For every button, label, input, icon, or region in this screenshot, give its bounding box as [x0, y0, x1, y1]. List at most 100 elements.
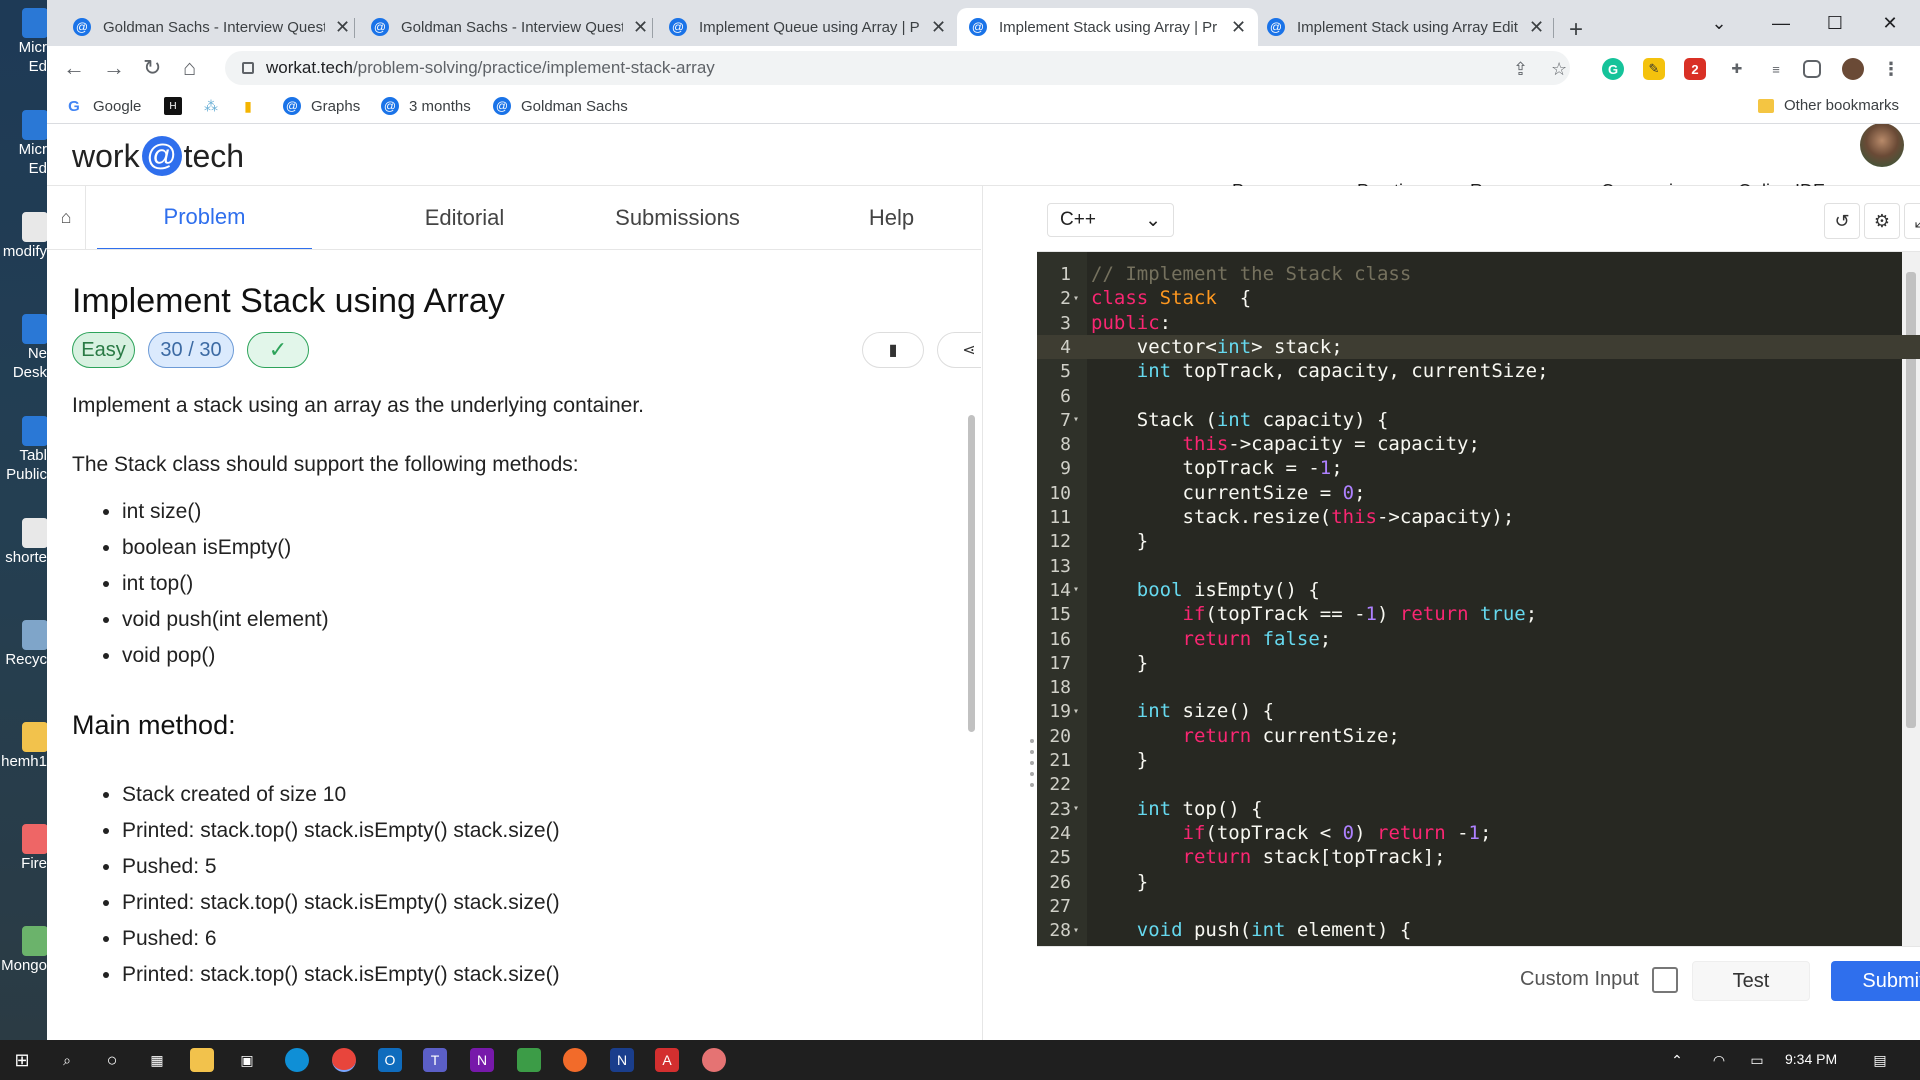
- settings-gear-icon[interactable]: ⚙: [1864, 203, 1900, 239]
- code-line[interactable]: 20 return currentSize;: [1037, 724, 1920, 748]
- close-tab-icon[interactable]: ✕: [633, 17, 648, 38]
- sheets-icon[interactable]: [517, 1048, 541, 1072]
- profile-avatar-icon[interactable]: [1842, 58, 1864, 80]
- back-icon[interactable]: ←: [63, 56, 85, 80]
- fullscreen-icon[interactable]: ⤢: [1904, 203, 1920, 239]
- maximize-icon[interactable]: ☐: [1807, 0, 1863, 46]
- minimize-icon[interactable]: —: [1753, 0, 1809, 46]
- code-line[interactable]: 27: [1037, 894, 1920, 918]
- fold-arrow-icon[interactable]: ▾: [1073, 797, 1083, 821]
- browser-tab-5[interactable]: @ Implement Stack using Array Edit ✕: [1255, 8, 1556, 46]
- code-line[interactable]: 16 return false;: [1037, 627, 1920, 651]
- grammarly-extension-icon[interactable]: G: [1602, 58, 1624, 80]
- desktop-shortcut[interactable]: Fire: [0, 824, 47, 873]
- code-line[interactable]: 17 }: [1037, 651, 1920, 675]
- code-line[interactable]: 19 ▾ int size() {: [1037, 699, 1920, 723]
- forward-icon[interactable]: →: [103, 56, 125, 80]
- tab-search-icon[interactable]: ⌄: [1691, 0, 1747, 46]
- problem-scrollbar[interactable]: [968, 415, 975, 732]
- resize-handle-icon[interactable]: [1030, 739, 1034, 794]
- browser-tab-3[interactable]: @ Implement Queue using Array | P ✕: [657, 8, 958, 46]
- submit-button[interactable]: Submit: [1831, 961, 1920, 1001]
- browser-tab-2[interactable]: @ Goldman Sachs - Interview Quest ✕: [359, 8, 660, 46]
- code-line[interactable]: 15 if(topTrack == -1) return true;: [1037, 602, 1920, 626]
- browser-tab-4-active[interactable]: @ Implement Stack using Array | Pr ✕: [957, 8, 1259, 46]
- code-line[interactable]: 28 ▾ void push(int element) {: [1037, 918, 1920, 942]
- code-line[interactable]: 26 }: [1037, 870, 1920, 894]
- desktop-shortcut[interactable]: Mongo: [0, 926, 47, 975]
- outlook-icon[interactable]: O: [378, 1048, 402, 1072]
- desktop-shortcut[interactable]: Tabl Public: [0, 416, 47, 484]
- close-tab-icon[interactable]: ✕: [335, 17, 350, 38]
- code-line[interactable]: 1 // Implement the Stack class: [1037, 262, 1920, 286]
- side-panel-icon[interactable]: [1803, 60, 1821, 78]
- code-line[interactable]: 23 ▾ int top() {: [1037, 797, 1920, 821]
- close-tab-icon[interactable]: ✕: [1529, 17, 1544, 38]
- chrome-icon[interactable]: [332, 1048, 356, 1072]
- home-icon[interactable]: ⌂: [183, 56, 196, 80]
- extension-badge-icon[interactable]: 2: [1684, 58, 1706, 80]
- bookmark-google[interactable]: G Google: [65, 97, 141, 115]
- reload-icon[interactable]: ↻: [143, 56, 161, 80]
- close-tab-icon[interactable]: ✕: [931, 17, 946, 38]
- browser-tab-1[interactable]: @ Goldman Sachs - Interview Quest ✕: [61, 8, 362, 46]
- system-tray-chevron-icon[interactable]: ⌃: [1665, 1048, 1689, 1072]
- bookmark-hackerrank[interactable]: H: [164, 97, 192, 115]
- fold-arrow-icon[interactable]: ▾: [1073, 578, 1083, 602]
- code-editor[interactable]: 1// Implement the Stack class 2 ▾ class Sta…: [1037, 252, 1920, 946]
- close-window-icon[interactable]: ✕: [1862, 0, 1918, 46]
- code-line[interactable]: 10 currentSize = 0;: [1037, 481, 1920, 505]
- code-line[interactable]: 9 topTrack = -1;: [1037, 456, 1920, 480]
- fold-arrow-icon[interactable]: ▾: [1073, 700, 1083, 724]
- store-icon[interactable]: ▣: [235, 1048, 259, 1072]
- code-line[interactable]: 24 if(topTrack < 0) return -1;: [1037, 821, 1920, 845]
- app-n-icon[interactable]: N: [610, 1048, 634, 1072]
- wifi-icon[interactable]: ◠: [1707, 1048, 1731, 1072]
- reading-list-icon[interactable]: ≡: [1765, 58, 1787, 80]
- desktop-shortcut[interactable]: Micr Ed: [0, 8, 47, 76]
- share-icon[interactable]: ⋖: [937, 332, 981, 368]
- test-button[interactable]: Test: [1692, 961, 1810, 1001]
- desktop-shortcut[interactable]: Recyc: [0, 620, 47, 669]
- onenote-icon[interactable]: N: [470, 1048, 494, 1072]
- desktop-shortcut[interactable]: hemh1: [0, 722, 47, 771]
- teams-icon[interactable]: T: [423, 1048, 447, 1072]
- language-select[interactable]: C++ ⌄: [1047, 203, 1174, 237]
- chrome-menu-icon[interactable]: ⋮: [1880, 58, 1902, 80]
- bookmark-goldman-sachs[interactable]: @ Goldman Sachs: [493, 97, 628, 115]
- bookmark-3-months[interactable]: @ 3 months: [381, 97, 471, 115]
- edge-icon[interactable]: [285, 1048, 309, 1072]
- bookmark-graphs[interactable]: @ Graphs: [283, 97, 360, 115]
- address-bar[interactable]: workat.tech/problem-solving/practice/imp…: [225, 51, 1570, 85]
- code-line[interactable]: 18: [1037, 675, 1920, 699]
- code-line[interactable]: 4 vector<int> stack;: [1037, 334, 1920, 359]
- search-icon[interactable]: ⌕: [55, 1048, 79, 1072]
- code-line[interactable]: 5 int topTrack, capacity, currentSize;: [1037, 359, 1920, 383]
- desktop-shortcut[interactable]: Micr Ed: [0, 110, 47, 178]
- home-icon[interactable]: ⌂: [47, 186, 86, 250]
- taskbar-clock[interactable]: 9:34 PM: [1785, 1051, 1837, 1067]
- postman-icon[interactable]: [563, 1048, 587, 1072]
- tab-help[interactable]: Help: [784, 186, 981, 250]
- bookmark-icon[interactable]: ▮: [862, 332, 924, 368]
- desktop-shortcut[interactable]: modify: [0, 212, 47, 261]
- pane-divider[interactable]: [982, 186, 1037, 1040]
- windows-start-icon[interactable]: ⊞: [10, 1048, 34, 1072]
- notifications-icon[interactable]: ▤: [1868, 1048, 1892, 1072]
- acrobat-icon[interactable]: A: [655, 1048, 679, 1072]
- code-line[interactable]: 6: [1037, 384, 1920, 408]
- tab-submissions[interactable]: Submissions: [570, 186, 785, 250]
- fold-arrow-icon[interactable]: ▾: [1073, 287, 1083, 311]
- code-line[interactable]: 22: [1037, 772, 1920, 796]
- fold-arrow-icon[interactable]: ▾: [1073, 919, 1083, 943]
- extensions-puzzle-icon[interactable]: ✚: [1726, 58, 1748, 80]
- code-line[interactable]: 13: [1037, 554, 1920, 578]
- highlighter-extension-icon[interactable]: ✎: [1643, 58, 1665, 80]
- cortana-icon[interactable]: ○: [100, 1048, 124, 1072]
- share-page-icon[interactable]: ⇪: [1513, 59, 1528, 80]
- code-line[interactable]: 11 stack.resize(this->capacity);: [1037, 505, 1920, 529]
- code-line[interactable]: 12 }: [1037, 529, 1920, 553]
- close-tab-icon[interactable]: ✕: [1231, 17, 1246, 38]
- code-line[interactable]: 25 return stack[topTrack];: [1037, 845, 1920, 869]
- desktop-shortcut[interactable]: shorte: [0, 518, 47, 567]
